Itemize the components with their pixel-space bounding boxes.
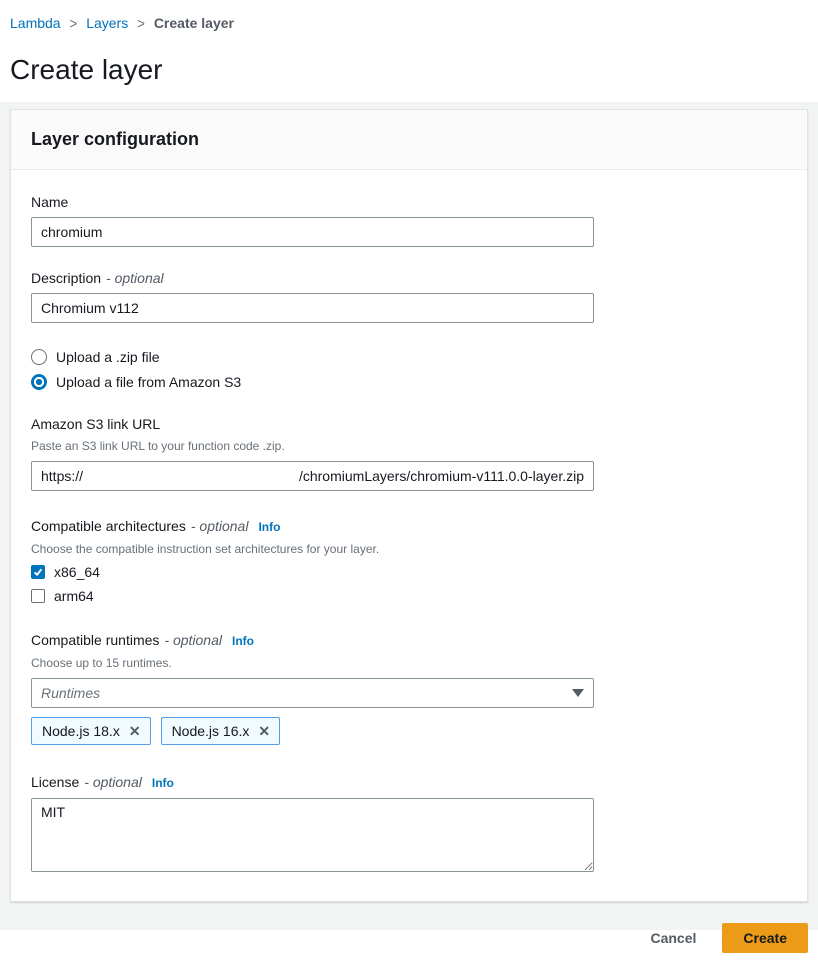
runtimes-optional-suffix: - optional: [164, 630, 222, 650]
chevron-right-icon: >: [137, 14, 145, 31]
layer-configuration-panel: Layer configuration Name Description - o…: [10, 109, 808, 902]
panel-header: Layer configuration: [11, 110, 807, 170]
s3-url-label: Amazon S3 link URL: [31, 414, 160, 434]
runtimes-select[interactable]: Runtimes: [31, 678, 594, 708]
runtimes-constraint: Choose up to 15 runtimes.: [31, 655, 787, 671]
runtimes-field-group: Compatible runtimes - optional Info Choo…: [31, 630, 787, 745]
checkbox-x86-64-label: x86_64: [54, 564, 100, 580]
checkbox-arm64[interactable]: arm64: [31, 588, 787, 604]
radio-unselected-icon[interactable]: [31, 349, 47, 365]
dismiss-icon[interactable]: ✕: [129, 724, 141, 738]
radio-upload-s3[interactable]: Upload a file from Amazon S3: [31, 374, 787, 390]
s3-url-constraint: Paste an S3 link URL to your function co…: [31, 438, 787, 454]
content-area: Layer configuration Name Description - o…: [0, 102, 818, 930]
breadcrumb-link-layers[interactable]: Layers: [86, 15, 128, 31]
description-optional-suffix: - optional: [106, 268, 164, 288]
chevron-right-icon: >: [70, 14, 78, 31]
name-label: Name: [31, 192, 68, 212]
runtimes-info-link[interactable]: Info: [232, 631, 254, 651]
radio-upload-zip[interactable]: Upload a .zip file: [31, 349, 787, 365]
runtimes-select-placeholder: Runtimes: [41, 685, 100, 701]
description-field-group: Description - optional: [31, 268, 787, 323]
radio-selected-icon[interactable]: [31, 374, 47, 390]
panel-title: Layer configuration: [31, 129, 787, 150]
runtime-token-label: Node.js 16.x: [172, 723, 250, 739]
checkbox-checked-icon[interactable]: [31, 565, 45, 579]
upload-source-radio-group: Upload a .zip file Upload a file from Am…: [31, 349, 787, 390]
runtimes-label: Compatible runtimes: [31, 630, 159, 650]
dismiss-icon[interactable]: ✕: [258, 724, 270, 738]
checkbox-arm64-label: arm64: [54, 588, 94, 604]
radio-upload-zip-label: Upload a .zip file: [56, 349, 160, 365]
cancel-button[interactable]: Cancel: [650, 930, 696, 946]
breadcrumb-current: Create layer: [154, 15, 234, 31]
panel-body: Name Description - optional Upload a .zi…: [11, 170, 807, 901]
license-field-group: License - optional Info MIT: [31, 772, 787, 875]
s3-url-suffix: /chromiumLayers/chromium-v111.0.0-layer.…: [299, 468, 584, 484]
radio-upload-s3-label: Upload a file from Amazon S3: [56, 374, 241, 390]
license-info-link[interactable]: Info: [152, 773, 174, 793]
s3-url-input[interactable]: https:// /chromiumLayers/chromium-v111.0…: [31, 461, 594, 491]
form-actions: Cancel Create: [10, 902, 808, 974]
breadcrumb-link-lambda[interactable]: Lambda: [10, 15, 61, 31]
architectures-label: Compatible architectures: [31, 516, 186, 536]
page-header: Lambda > Layers > Create layer Create la…: [0, 0, 818, 102]
page-title: Create layer: [10, 52, 808, 88]
name-field-group: Name: [31, 192, 787, 247]
architectures-field-group: Compatible architectures - optional Info…: [31, 516, 787, 604]
caret-down-icon: [572, 689, 584, 697]
runtime-token-label: Node.js 18.x: [42, 723, 120, 739]
architectures-optional-suffix: - optional: [191, 516, 249, 536]
breadcrumb: Lambda > Layers > Create layer: [10, 15, 808, 31]
runtime-token-nodejs16: Node.js 16.x ✕: [161, 717, 281, 745]
runtime-token-nodejs18: Node.js 18.x ✕: [31, 717, 151, 745]
create-button[interactable]: Create: [722, 923, 808, 953]
runtime-token-list: Node.js 18.x ✕ Node.js 16.x ✕: [31, 717, 787, 745]
license-label: License: [31, 772, 79, 792]
description-label: Description: [31, 268, 101, 288]
checkbox-unchecked-icon[interactable]: [31, 589, 45, 603]
architectures-info-link[interactable]: Info: [258, 517, 280, 537]
checkmark-icon: [32, 566, 44, 578]
license-optional-suffix: - optional: [84, 772, 142, 792]
license-textarea[interactable]: MIT: [31, 798, 594, 872]
name-input[interactable]: [31, 217, 594, 247]
checkbox-x86-64[interactable]: x86_64: [31, 564, 787, 580]
s3-url-prefix: https://: [41, 468, 83, 484]
architectures-constraint: Choose the compatible instruction set ar…: [31, 541, 787, 557]
description-input[interactable]: [31, 293, 594, 323]
s3-url-field-group: Amazon S3 link URL Paste an S3 link URL …: [31, 414, 787, 491]
